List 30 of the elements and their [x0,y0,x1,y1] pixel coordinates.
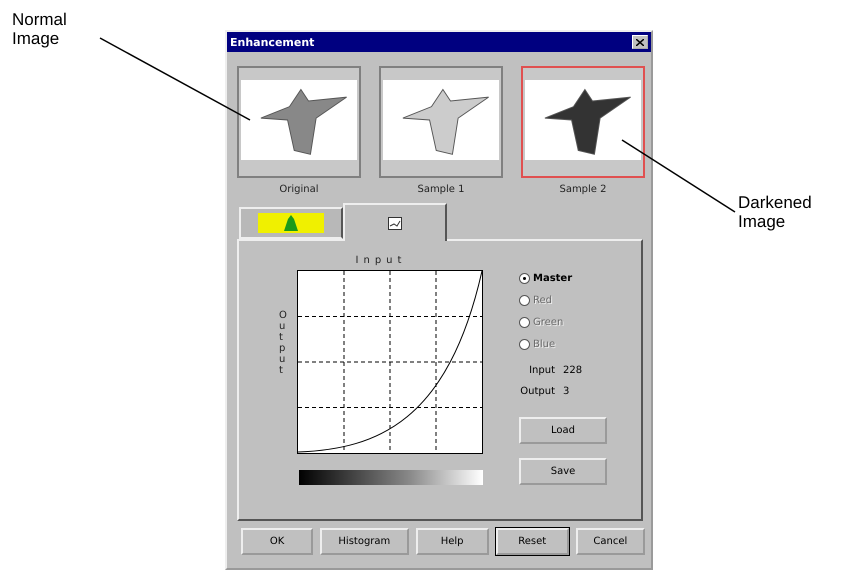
sample-thumbnail[interactable] [521,66,645,178]
readout-value: 3 [563,386,570,397]
side-button[interactable]: Load [519,417,607,444]
readout-label: Output [519,386,555,397]
channel-radio[interactable]: Master [519,267,607,289]
axis-label: Input [356,255,406,266]
dialog-button[interactable]: Histogram [320,528,409,555]
dialog-button[interactable]: Help [416,528,489,555]
close-icon [636,38,644,46]
dialog-button[interactable]: Cancel [576,528,645,555]
side-button[interactable]: Save [519,458,607,485]
callout-label: Darkened Image [738,193,813,231]
window-title: Enhancement [230,36,314,48]
sample-label: Sample 2 [559,184,607,195]
readout-label: Input [528,365,555,376]
readout-value: 228 [563,365,582,376]
tab[interactable] [343,203,447,241]
tree-icon [258,213,324,233]
dialog-button[interactable]: Reset [496,528,569,555]
tab[interactable] [239,207,343,239]
dialog-button[interactable]: OK [241,528,314,555]
sample-label: Sample 1 [417,184,465,195]
callout-label: Normal Image [12,10,68,48]
axis-label: Output [279,310,288,376]
curve-icon [388,216,402,230]
close-button[interactable] [632,35,648,49]
sample-thumbnail[interactable] [237,66,361,178]
sample-label: Original [279,184,319,195]
sample-thumbnail[interactable] [379,66,503,178]
tone-curve-graph[interactable] [297,270,483,454]
